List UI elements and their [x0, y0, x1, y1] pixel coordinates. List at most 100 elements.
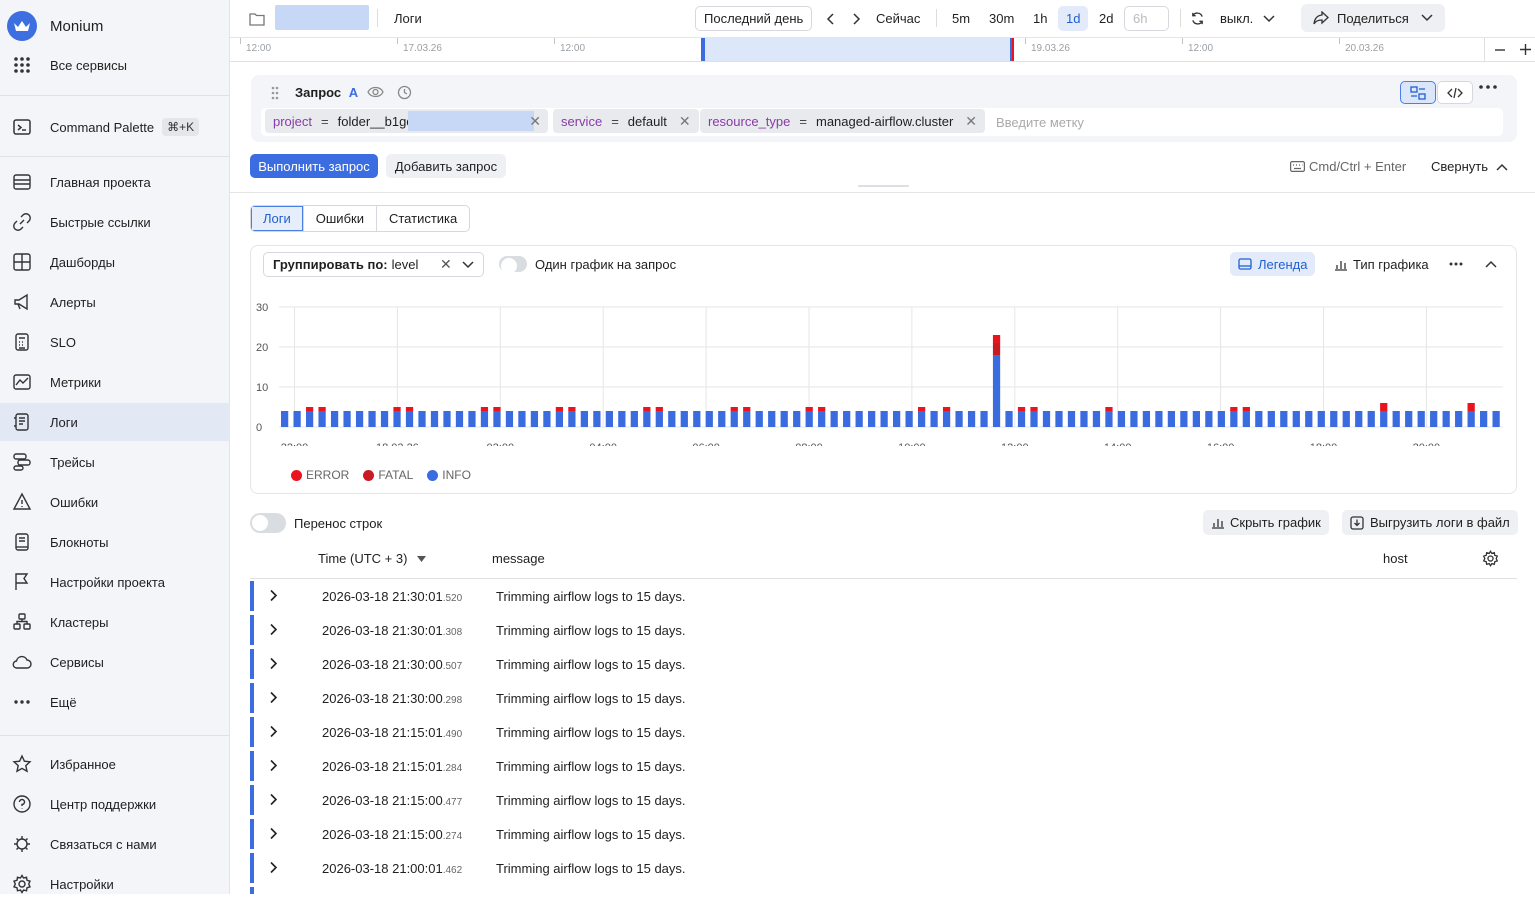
sidebar-item-dashboard[interactable]: Дашборды — [0, 243, 230, 281]
preset-5m[interactable]: 5m — [952, 6, 970, 31]
close-icon[interactable]: ✕ — [440, 256, 452, 273]
sidebar-item-gear[interactable]: Настройки — [0, 865, 230, 903]
auto-refresh-select[interactable]: выкл. — [1220, 6, 1275, 31]
sidebar-item-label: Избранное — [50, 756, 116, 772]
share-button[interactable]: Поделиться — [1301, 4, 1445, 32]
legend-item[interactable]: INFO — [427, 468, 471, 482]
table-row[interactable]: 2026-03-18 21:30:01.520 Trimming airflow … — [250, 579, 1517, 613]
log-time-ms: .298 — [442, 694, 463, 706]
preset-2d[interactable]: 2d — [1099, 6, 1113, 31]
legend-button[interactable]: Легенда — [1230, 252, 1316, 276]
sidebar-item-link[interactable]: Быстрые ссылки — [0, 203, 230, 241]
legend-item[interactable]: ERROR — [291, 468, 349, 482]
preset-30m[interactable]: 30m — [989, 6, 1014, 31]
close-icon[interactable]: ✕ — [679, 113, 691, 130]
expand-chevron-icon[interactable] — [269, 623, 278, 636]
more-icon[interactable] — [1449, 262, 1463, 266]
app-logo-row[interactable]: Monium — [7, 10, 103, 42]
expand-chevron-icon[interactable] — [269, 793, 278, 806]
refresh-icon[interactable] — [1190, 6, 1205, 31]
close-icon[interactable]: ✕ — [965, 113, 977, 130]
export-logs-button[interactable]: Выгрузить логи в файл — [1342, 510, 1518, 535]
run-query-button[interactable]: Выполнить запрос — [250, 154, 378, 178]
sidebar-item-traces[interactable]: Трейсы — [0, 443, 230, 481]
table-row[interactable]: 2026-03-18 21:30:00.507 Trimming airflow … — [250, 647, 1517, 681]
sidebar-item-support[interactable]: Связаться с нами — [0, 825, 230, 863]
custom-range-input[interactable]: 6h — [1124, 6, 1169, 31]
preset-1d[interactable]: 1d — [1058, 6, 1089, 31]
resize-handle[interactable] — [858, 185, 909, 187]
zoom-in-icon[interactable] — [1519, 43, 1532, 56]
expand-chevron-icon[interactable] — [269, 589, 278, 602]
logs-histogram[interactable]: 0 10 20 30 22:00 18.03.26 02:00 04:00 06:00 08:00… — [251, 296, 1516, 446]
table-row[interactable]: 2026-03-18 21:15:00.274 Trimming airflow … — [250, 817, 1517, 851]
table-row[interactable]: 2026-03-18 21:15:01.284 Trimming airflow … — [250, 749, 1517, 783]
sidebar-item-more[interactable]: Ещё — [0, 683, 230, 721]
now-button[interactable]: Сейчас — [876, 6, 920, 31]
sidebar-item-chart[interactable]: Метрики — [0, 363, 230, 401]
expand-chevron-icon[interactable] — [269, 861, 278, 874]
code-mode-button[interactable] — [1437, 81, 1473, 104]
timeline-navigator[interactable]: 12:0017.03.2612:0018.03.2612:0019.03.261… — [230, 38, 1535, 62]
preset-1h[interactable]: 1h — [1033, 6, 1047, 31]
tab-logs[interactable]: Логи — [251, 206, 304, 231]
sidebar-item-notebook[interactable]: Блокноты — [0, 523, 230, 561]
table-row[interactable]: 2026-03-18 21:30:00.298 Trimming airflow … — [250, 681, 1517, 715]
zoom-out-icon[interactable] — [1494, 44, 1506, 56]
sidebar-item-cloud[interactable]: Сервисы — [0, 643, 230, 681]
expand-chevron-icon[interactable] — [269, 827, 278, 840]
add-query-button[interactable]: Добавить запрос — [386, 154, 506, 178]
sidebar-item-cluster[interactable]: Кластеры — [0, 603, 230, 641]
filter-chip-service[interactable]: service = default ✕ — [553, 109, 699, 133]
expand-chevron-icon[interactable] — [269, 691, 278, 704]
project-name-redacted[interactable] — [275, 5, 369, 30]
timeline-selection[interactable] — [701, 38, 1014, 61]
eye-icon[interactable] — [367, 85, 384, 99]
timeline-handle-left[interactable] — [701, 38, 705, 61]
table-row[interactable]: 2026-03-18 21:15:01.490 Trimming airflow … — [250, 715, 1517, 749]
sidebar-item-flag[interactable]: Настройки проекта — [0, 563, 230, 601]
table-settings-gear-icon[interactable] — [1482, 550, 1499, 567]
tab-statistics[interactable]: Статистика — [377, 206, 469, 231]
wrap-lines-toggle[interactable] — [250, 513, 286, 533]
prev-range-button[interactable] — [826, 6, 836, 31]
more-icon[interactable] — [1479, 85, 1497, 89]
legend-item[interactable]: FATAL — [363, 468, 413, 482]
sidebar-item-calculator[interactable]: SLO — [0, 323, 230, 361]
column-header-host[interactable]: host — [1383, 551, 1408, 566]
group-by-select[interactable]: Группировать по: level ✕ — [263, 252, 484, 277]
one-chart-toggle[interactable] — [499, 256, 527, 274]
table-row[interactable]: 2026-03-18 21:15:00.477 Trimming airflow … — [250, 783, 1517, 817]
hide-chart-button[interactable]: Скрыть график — [1203, 510, 1329, 535]
next-range-button[interactable] — [851, 6, 861, 31]
time-range-button[interactable]: Последний день — [695, 6, 813, 31]
sidebar-item-home[interactable]: Главная проекта — [0, 163, 230, 201]
tab-errors[interactable]: Ошибки — [304, 206, 377, 231]
filter-chip-resource-type[interactable]: resource_type = managed-airflow.cluster … — [700, 109, 986, 133]
chevron-up-icon[interactable] — [1485, 260, 1497, 268]
table-row[interactable]: 2026-03-18 21:00:01.462 Trimming airflow … — [250, 851, 1517, 885]
command-palette-button[interactable]: Command Palette ⌘+K — [0, 108, 230, 146]
bar-chart-icon — [1212, 519, 1224, 529]
column-header-message[interactable]: message — [492, 551, 545, 566]
folder-icon[interactable] — [249, 6, 265, 31]
sidebar-item-warning[interactable]: Ошибки — [0, 483, 230, 521]
column-header-time[interactable]: Time (UTC + 3) — [318, 551, 427, 566]
close-icon[interactable]: ✕ — [529, 113, 541, 130]
filter-chip-project[interactable]: project = folder__b1gc ✕ — [265, 109, 548, 133]
sidebar-item-help[interactable]: Центр поддержки — [0, 785, 230, 823]
drag-handle-icon[interactable] — [271, 86, 279, 100]
table-row[interactable]: 2026-03-18 21:30:01.308 Trimming airflow … — [250, 613, 1517, 647]
expand-chevron-icon[interactable] — [269, 725, 278, 738]
chart-type-button[interactable]: Тип графика — [1334, 257, 1429, 272]
expand-chevron-icon[interactable] — [269, 759, 278, 772]
sidebar-item-star[interactable]: Избранное — [0, 745, 230, 783]
collapse-button[interactable]: Свернуть — [1431, 159, 1508, 174]
sidebar-item-logs[interactable]: Логи — [0, 403, 230, 441]
history-icon[interactable] — [397, 85, 412, 100]
all-services-button[interactable]: Все сервисы — [0, 46, 230, 84]
builder-mode-button[interactable] — [1400, 81, 1436, 104]
expand-chevron-icon[interactable] — [269, 657, 278, 670]
sidebar-item-megaphone[interactable]: Алерты — [0, 283, 230, 321]
label-input-placeholder[interactable]: Введите метку — [996, 115, 1084, 130]
